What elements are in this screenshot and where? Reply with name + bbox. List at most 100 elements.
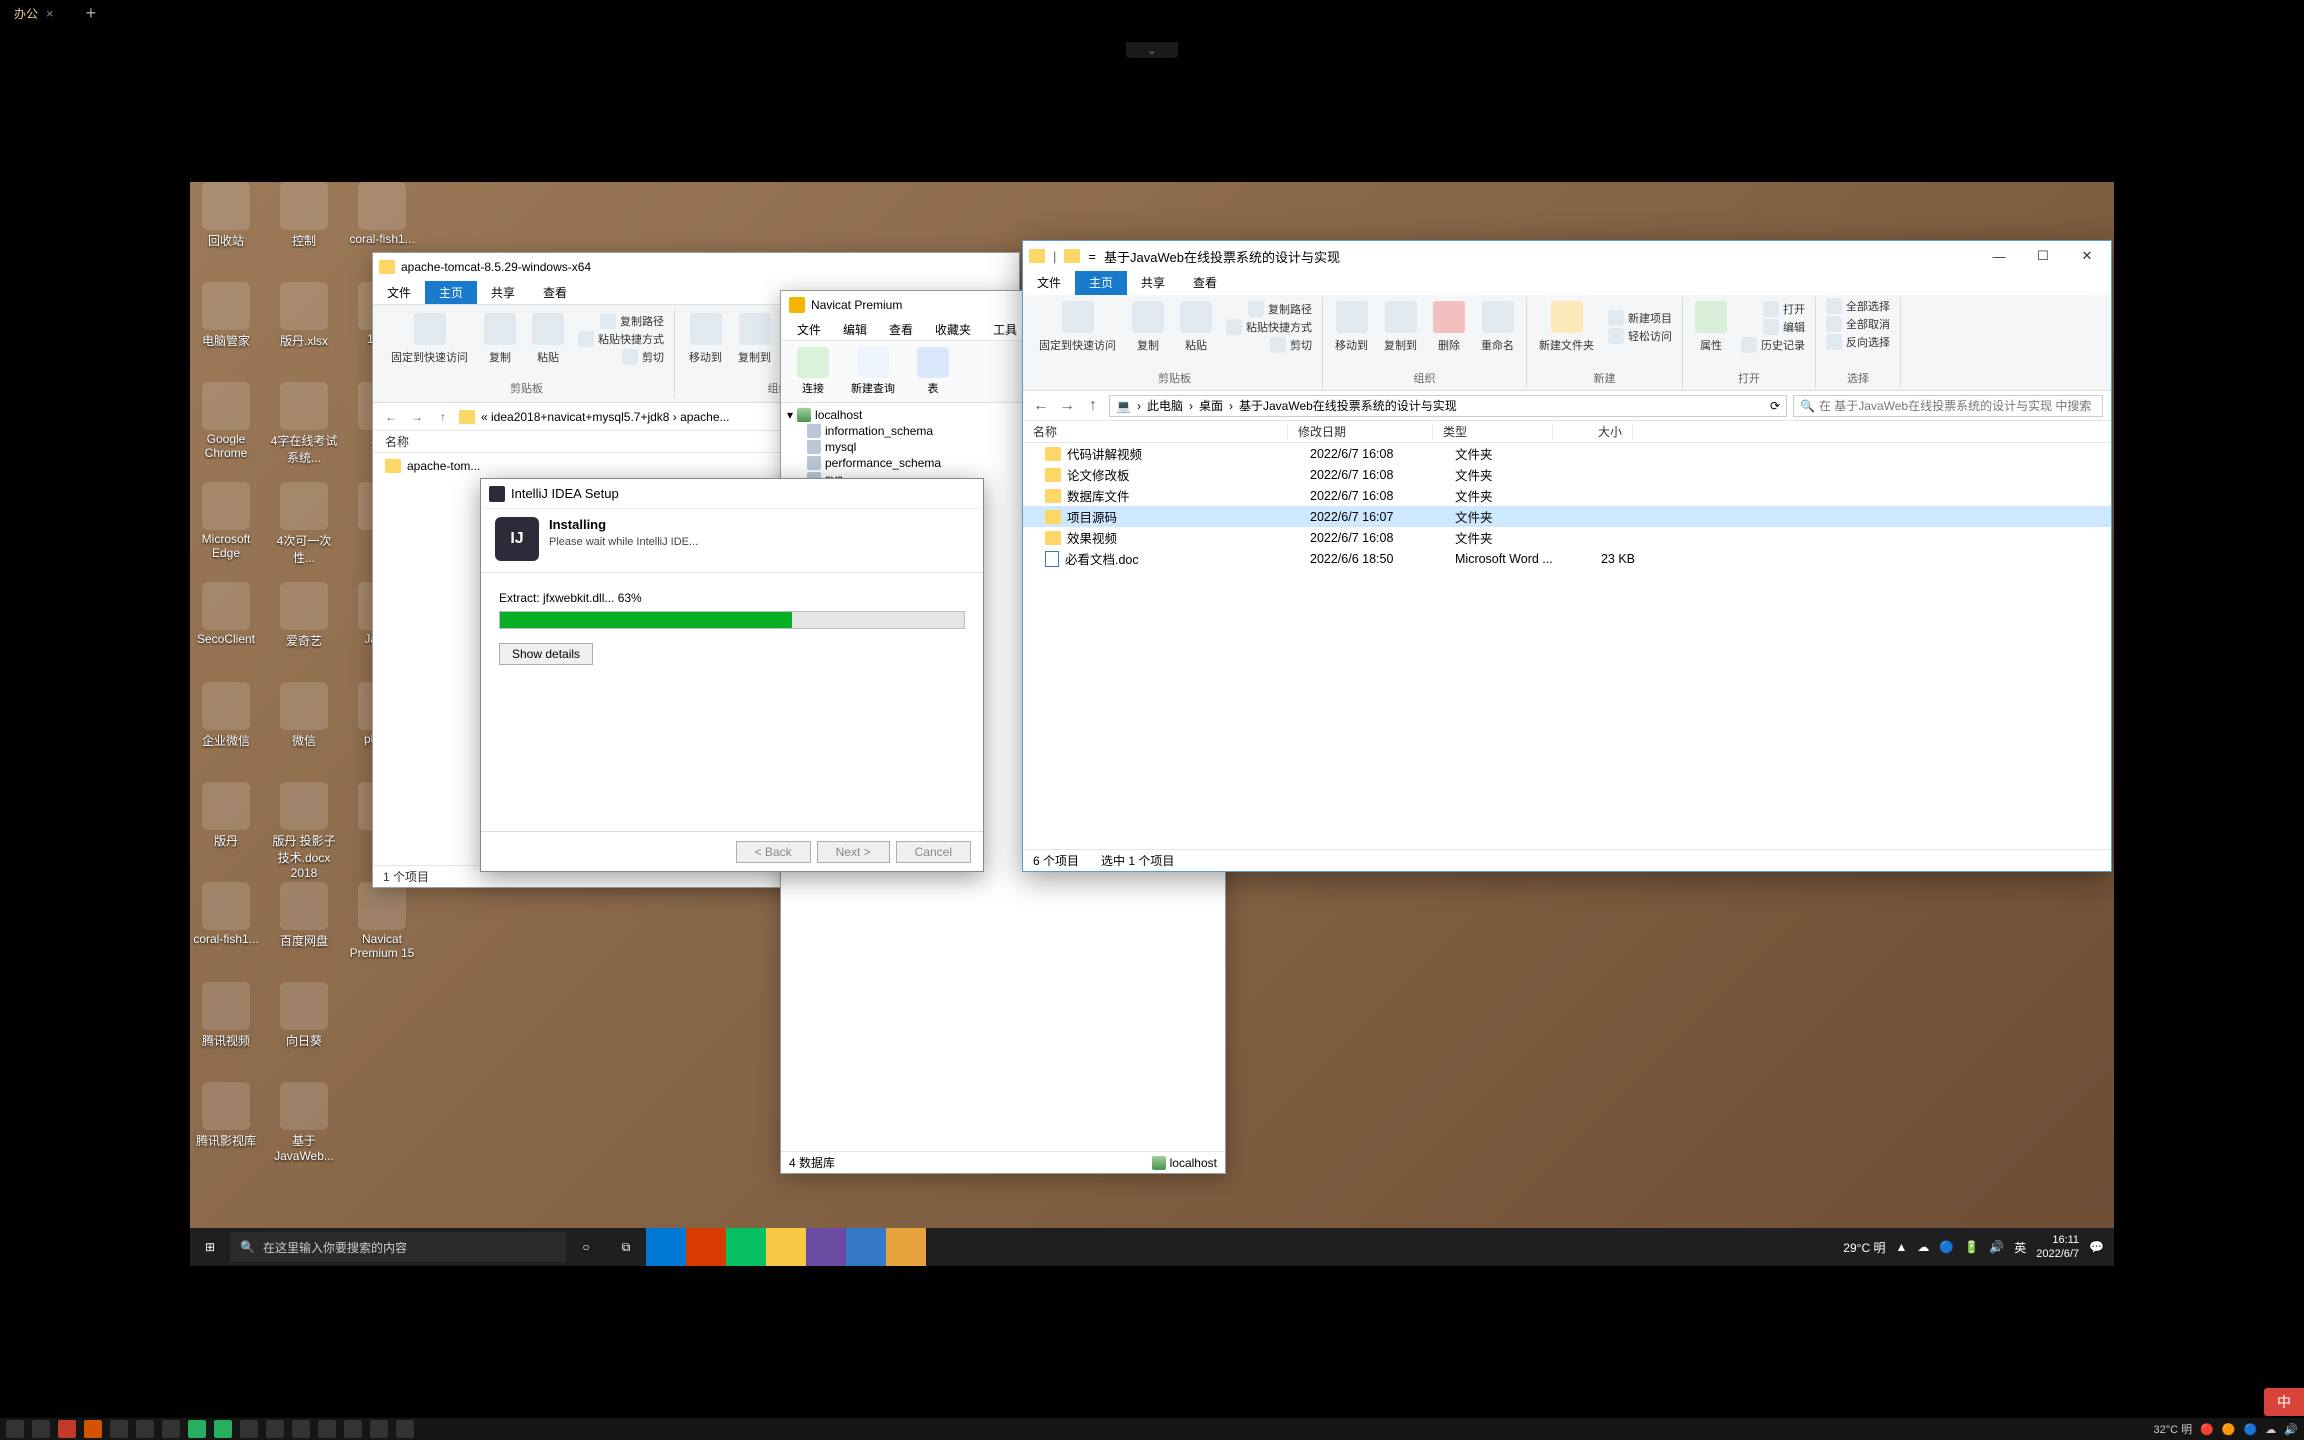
weather-widget[interactable]: 29°C 明 bbox=[1843, 1239, 1885, 1256]
new-query-button[interactable]: 新建查询 bbox=[841, 345, 905, 398]
host-taskbar-app[interactable] bbox=[6, 1420, 24, 1438]
col-name[interactable]: 名称 bbox=[1023, 423, 1288, 440]
windows-taskbar[interactable]: ⊞ 🔍 在这里输入你要搜索的内容 ○ ⧉ 29°C 明 ▲ ☁ 🔵 🔋 🔊 英 … bbox=[190, 1228, 2114, 1266]
back-button[interactable]: ← bbox=[1031, 396, 1051, 416]
desktop-icon[interactable]: 4字在线考试系统... bbox=[268, 382, 340, 466]
new-tab-button[interactable]: + bbox=[86, 3, 97, 24]
cancel-button[interactable]: Cancel bbox=[896, 841, 971, 863]
file-row[interactable]: 项目源码2022/6/7 16:07文件夹 bbox=[1023, 506, 2111, 527]
host-taskbar-app[interactable] bbox=[188, 1420, 206, 1438]
edit-button[interactable]: 编辑 bbox=[1735, 318, 1811, 336]
host-taskbar-app[interactable] bbox=[136, 1420, 154, 1438]
desktop-icon[interactable]: Navicat Premium 15 bbox=[346, 882, 418, 960]
column-headers[interactable]: 名称 修改日期 类型 大小 bbox=[1023, 421, 2111, 443]
host-taskbar-app[interactable] bbox=[32, 1420, 50, 1438]
desktop-icon[interactable]: 腾讯视频 bbox=[190, 982, 262, 1049]
desktop-icon[interactable]: 向日葵 bbox=[268, 982, 340, 1049]
file-row[interactable]: 数据库文件2022/6/7 16:08文件夹 bbox=[1023, 485, 2111, 506]
host-taskbar-app[interactable] bbox=[344, 1420, 362, 1438]
intellij-setup-dialog[interactable]: IntelliJ IDEA Setup IJ Installing Please… bbox=[480, 478, 984, 872]
rename-button[interactable]: 重命名 bbox=[1473, 297, 1522, 357]
tray-icon[interactable]: ☁ bbox=[2265, 1423, 2276, 1436]
host-taskbar-app[interactable] bbox=[370, 1420, 388, 1438]
new-folder-button[interactable]: 新建文件夹 bbox=[1531, 297, 1602, 357]
paste-shortcut-button[interactable]: 粘贴快捷方式 bbox=[1220, 318, 1318, 336]
ime-indicator[interactable]: 英 bbox=[2014, 1239, 2026, 1256]
taskbar-app[interactable] bbox=[806, 1228, 846, 1266]
start-button[interactable]: ⊞ bbox=[190, 1228, 230, 1266]
desktop-icon[interactable]: 版丹.xlsx bbox=[268, 282, 340, 349]
toolbar-dropdown[interactable]: ⌄ bbox=[1126, 42, 1178, 58]
tray-icon[interactable]: ▲ bbox=[1895, 1240, 1907, 1254]
file-row[interactable]: 必看文档.doc2022/6/6 18:50Microsoft Word ...… bbox=[1023, 548, 2111, 569]
host-taskbar[interactable]: 32°C 明 🔴 🟠 🔵 ☁ 🔊 bbox=[0, 1418, 2304, 1440]
window-title-bar[interactable]: | = 基于JavaWeb在线投票系统的设计与实现 — ☐ ✕ bbox=[1023, 241, 2111, 271]
pin-button[interactable]: 固定到快速访问 bbox=[1031, 297, 1124, 357]
weather-widget[interactable]: 32°C 明 bbox=[2154, 1421, 2193, 1437]
desktop-icon[interactable]: 4次可一次性... bbox=[268, 482, 340, 566]
desktop-icon[interactable]: coral-fish1... bbox=[346, 182, 418, 246]
tray-icon[interactable]: 🔊 bbox=[1989, 1240, 2004, 1254]
show-details-button[interactable]: Show details bbox=[499, 643, 593, 665]
desktop-icon[interactable]: 版丹 bbox=[190, 782, 262, 849]
move-to-button[interactable]: 移动到 bbox=[1327, 297, 1376, 357]
easy-access-button[interactable]: 轻松访问 bbox=[1602, 327, 1678, 345]
col-date[interactable]: 修改日期 bbox=[1288, 423, 1433, 440]
desktop-icon[interactable]: Microsoft Edge bbox=[190, 482, 262, 560]
menu-item[interactable]: 编辑 bbox=[833, 319, 877, 340]
copy-path-button[interactable]: 复制路径 bbox=[1220, 300, 1318, 318]
pin-button[interactable]: 固定到快速访问 bbox=[383, 309, 476, 369]
desktop-icon[interactable]: 控制 bbox=[268, 182, 340, 249]
host-taskbar-app[interactable] bbox=[292, 1420, 310, 1438]
file-row[interactable]: 效果视频2022/6/7 16:08文件夹 bbox=[1023, 527, 2111, 548]
maximize-button[interactable]: ☐ bbox=[2025, 245, 2061, 267]
host-taskbar-app[interactable] bbox=[84, 1420, 102, 1438]
close-tab-icon[interactable]: × bbox=[46, 6, 54, 21]
select-none-button[interactable]: 全部取消 bbox=[1820, 315, 1896, 333]
search-input[interactable]: 🔍 在 基于JavaWeb在线投票系统的设计与实现 中搜索 bbox=[1793, 395, 2103, 417]
cut-button[interactable]: 剪切 bbox=[1220, 336, 1318, 354]
taskbar-app[interactable] bbox=[766, 1228, 806, 1266]
desktop-icon[interactable]: coral-fish1... bbox=[190, 882, 262, 946]
desktop-icon[interactable]: 基于JavaWeb... bbox=[268, 1082, 340, 1163]
tray-icon[interactable]: ☁ bbox=[1917, 1240, 1929, 1254]
table-button[interactable]: 表 bbox=[907, 345, 959, 398]
desktop-icon[interactable]: 微信 bbox=[268, 682, 340, 749]
col-type[interactable]: 类型 bbox=[1433, 423, 1553, 440]
cortana-button[interactable]: ○ bbox=[566, 1228, 606, 1266]
refresh-button[interactable]: ⟳ bbox=[1770, 399, 1780, 413]
open-button[interactable]: 打开 bbox=[1735, 300, 1811, 318]
connect-button[interactable]: 连接 bbox=[787, 345, 839, 398]
cut-button[interactable]: 剪切 bbox=[572, 348, 670, 366]
tray-icon[interactable]: 🔋 bbox=[1964, 1240, 1979, 1254]
paste-button[interactable]: 粘贴 bbox=[524, 309, 572, 369]
properties-button[interactable]: 属性 bbox=[1687, 297, 1735, 357]
address-bar[interactable]: 💻 › 此电脑 › 桌面 › 基于JavaWeb在线投票系统的设计与实现 ⟳ bbox=[1109, 395, 1787, 417]
ribbon-tab[interactable]: 查看 bbox=[529, 281, 581, 304]
taskbar-app[interactable] bbox=[726, 1228, 766, 1266]
forward-button[interactable]: → bbox=[407, 407, 427, 427]
copy-to-button[interactable]: 复制到 bbox=[1376, 297, 1425, 357]
ribbon-tab[interactable]: 共享 bbox=[477, 281, 529, 304]
host-taskbar-app[interactable] bbox=[162, 1420, 180, 1438]
host-taskbar-app[interactable] bbox=[318, 1420, 336, 1438]
file-row[interactable]: 代码讲解视频2022/6/7 16:08文件夹 bbox=[1023, 443, 2111, 464]
taskbar-search[interactable]: 🔍 在这里输入你要搜索的内容 bbox=[230, 1232, 566, 1262]
paste-button[interactable]: 粘贴 bbox=[1172, 297, 1220, 357]
tray-icon[interactable]: 🔵 bbox=[2244, 1423, 2258, 1436]
menu-item[interactable]: 工具 bbox=[983, 319, 1027, 340]
copy-to-button[interactable]: 复制到 bbox=[730, 309, 779, 369]
menu-item[interactable]: 文件 bbox=[787, 319, 831, 340]
copy-button[interactable]: 复制 bbox=[476, 309, 524, 369]
forward-button[interactable]: → bbox=[1057, 396, 1077, 416]
ribbon-tab[interactable]: 查看 bbox=[1179, 271, 1231, 295]
menu-item[interactable]: 查看 bbox=[879, 319, 923, 340]
taskbar-app[interactable] bbox=[686, 1228, 726, 1266]
desktop-icon[interactable]: 电脑管家 bbox=[190, 282, 262, 349]
window-title-bar[interactable]: apache-tomcat-8.5.29-windows-x64 bbox=[373, 253, 1019, 281]
desktop-icon[interactable]: SecoClient bbox=[190, 582, 262, 646]
close-button[interactable]: ✕ bbox=[2069, 245, 2105, 267]
tray-icon[interactable]: 🟠 bbox=[2222, 1423, 2236, 1436]
new-item-button[interactable]: 新建项目 bbox=[1602, 309, 1678, 327]
ribbon-tab[interactable]: 主页 bbox=[425, 281, 477, 304]
